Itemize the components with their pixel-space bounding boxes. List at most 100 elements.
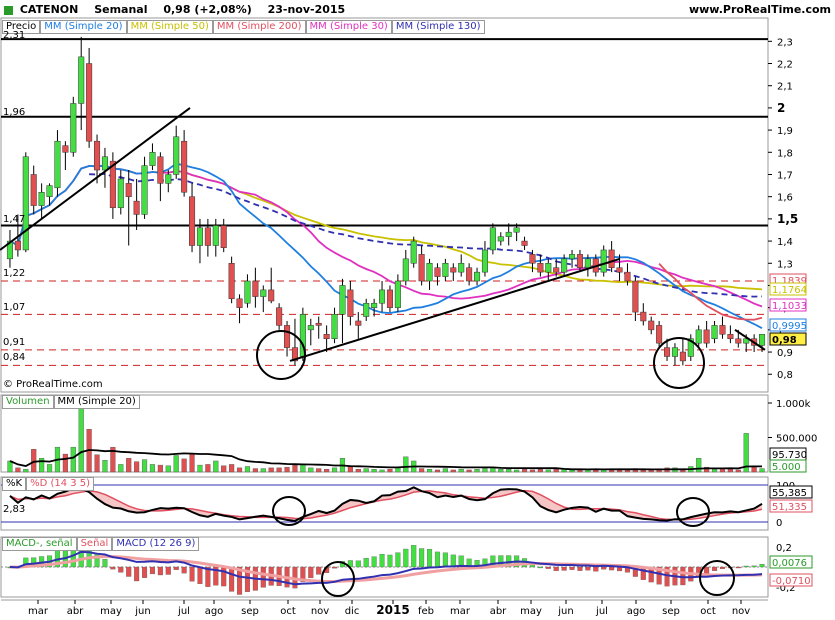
volume-bar — [545, 469, 551, 473]
volume-bar — [157, 464, 163, 473]
macd-histogram-bar — [545, 566, 551, 569]
stoch-value-tag-label: 55,385 — [772, 488, 807, 499]
volume-bar — [514, 469, 520, 473]
candle-body — [474, 271, 481, 282]
candle-body — [101, 156, 108, 171]
candle-body — [434, 267, 441, 277]
candle-body — [497, 236, 504, 242]
legend-sma20[interactable]: MM (Simple 20) — [40, 20, 127, 34]
stock-chart[interactable]: 2,32,22,121,91,81,71,61,51,41,31,21,110,… — [0, 0, 835, 620]
legend-volume-sma20[interactable]: MM (Simple 20) — [53, 395, 140, 409]
candle-body — [339, 285, 346, 315]
macd-histogram-bar — [719, 566, 725, 569]
volume-bar — [134, 461, 140, 473]
macd-histogram-bar — [126, 566, 132, 577]
candle-body — [78, 56, 85, 104]
candle-body — [489, 227, 496, 251]
candle-body — [418, 254, 425, 282]
price-tick-label: 1,9 — [777, 126, 793, 137]
candle-body — [505, 231, 512, 237]
candle-body — [165, 174, 172, 184]
legend-sma50[interactable]: MM (Simple 50) — [126, 20, 213, 34]
volume-bar — [324, 469, 330, 473]
candle-body — [426, 263, 433, 282]
candle-body — [62, 145, 69, 153]
volume-bar — [696, 458, 702, 473]
x-tick-label: ago — [627, 606, 646, 617]
volume-bar — [363, 468, 369, 473]
x-tick-label: feb — [418, 606, 434, 617]
price-tick-label: 1,8 — [777, 148, 793, 159]
volume-bar — [268, 467, 274, 473]
volume-bar — [94, 454, 100, 473]
green-chart-icon — [4, 5, 13, 15]
candle-body — [632, 280, 639, 313]
price-tick-label: 0,9 — [777, 348, 793, 359]
price-tick-label: 2,3 — [777, 37, 793, 48]
macd-histogram-bar — [197, 566, 203, 584]
macd-histogram-bar — [577, 566, 583, 571]
candle-body — [125, 183, 132, 197]
macd-histogram-bar — [165, 566, 171, 575]
price-tick-label: 2,2 — [777, 60, 793, 71]
price-legend: Precio MM (Simple 20) MM (Simple 50) MM … — [2, 20, 485, 34]
macd-histogram-bar — [427, 549, 433, 568]
macd-histogram-bar — [332, 566, 338, 569]
legend-sma130[interactable]: MM (Simple 130) — [391, 20, 485, 34]
macd-histogram-bar — [569, 566, 575, 570]
volume-tick-label: 500.000 — [776, 434, 817, 445]
macd-histogram-bar — [442, 552, 448, 568]
macd-histogram-bar — [221, 566, 227, 587]
left-label-147: 1,47 — [3, 214, 26, 225]
legend-k[interactable]: %K — [2, 477, 27, 491]
macd-histogram-bar — [157, 566, 163, 576]
candle-body — [181, 140, 188, 193]
volume-bar — [229, 464, 235, 473]
candle-body — [276, 307, 283, 326]
volume-bar — [316, 468, 322, 473]
legend-macd-hist[interactable]: MACD-, señal — [2, 537, 77, 551]
x-tick-label: mar — [28, 606, 49, 617]
candle-body — [363, 302, 370, 317]
x-tick-label: dic — [345, 606, 360, 617]
volume-bar — [102, 460, 108, 473]
candle-body — [703, 329, 710, 344]
macd-histogram-bar — [363, 558, 369, 568]
legend-d[interactable]: %D (14 3 5) — [26, 477, 95, 491]
value-tag-label: 0,9995 — [772, 321, 807, 332]
volume-tick-label: 1.000k — [776, 399, 811, 410]
volume-bar — [458, 469, 464, 473]
macd-histogram-bar — [371, 556, 377, 568]
candle-body — [149, 152, 156, 166]
volume-bar — [711, 469, 718, 473]
legend-signal[interactable]: Señal — [76, 537, 113, 551]
candle-body — [481, 249, 488, 273]
macd-histogram-bar — [110, 566, 116, 570]
volume-bar — [236, 467, 243, 473]
macd-histogram-bar — [316, 566, 322, 575]
x-tick-label: oct — [280, 606, 296, 617]
legend-volume[interactable]: Volumen — [2, 395, 54, 409]
date-label: 23-nov-2015 — [267, 3, 346, 16]
x-tick-label: mar — [450, 606, 471, 617]
x-tick-label: abr — [67, 606, 84, 617]
legend-sma30[interactable]: MM (Simple 30) — [305, 20, 392, 34]
volume-bar — [173, 455, 179, 473]
volume-bar — [284, 466, 290, 473]
legend-macd[interactable]: MACD (12 26 9) — [112, 537, 200, 551]
macd-value-tag-label: -0,0710 — [772, 576, 811, 587]
volume-bar — [727, 469, 733, 473]
value-tag-label: 1,1033 — [772, 301, 807, 312]
stoch-legend: %K %D (14 3 5) — [2, 477, 95, 491]
price-tick-label: 1,3 — [777, 259, 793, 270]
candle-body — [664, 347, 671, 357]
volume-bar — [308, 467, 314, 473]
candle-body — [561, 258, 568, 273]
volume-bar — [46, 464, 53, 473]
candle-body — [616, 267, 623, 273]
legend-sma200[interactable]: MM (Simple 200) — [212, 20, 306, 34]
macd-histogram-bar — [118, 566, 124, 573]
volume-bar — [395, 467, 401, 473]
candle-body — [46, 185, 53, 197]
stoch-left-label: 2,83 — [3, 504, 26, 515]
